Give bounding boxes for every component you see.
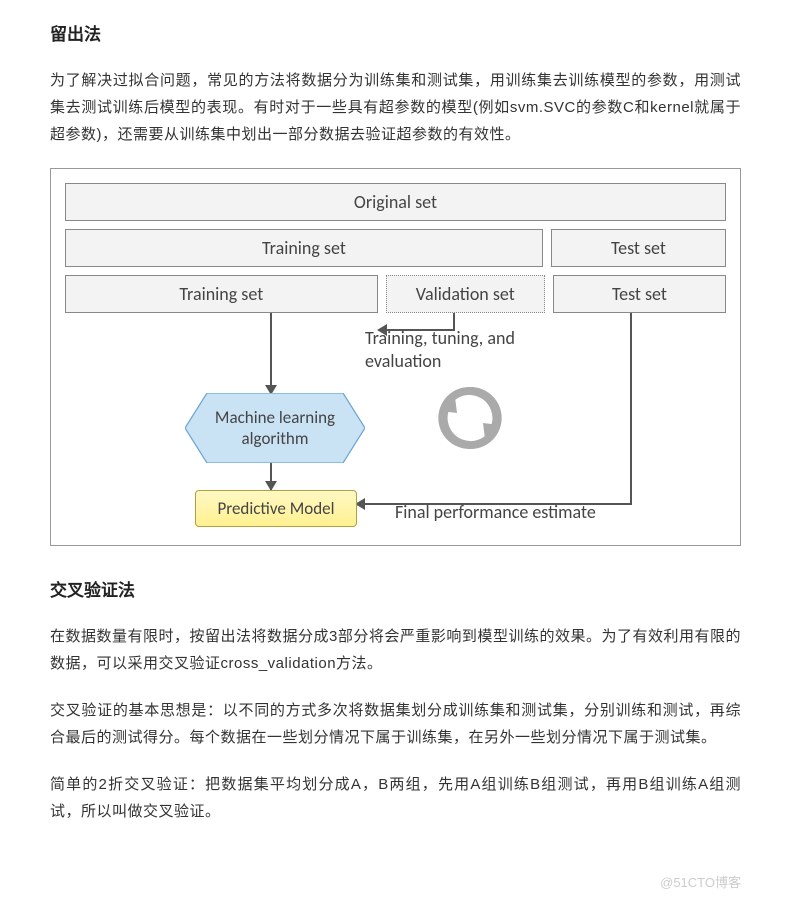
cell-test-set-2: Test set bbox=[553, 275, 726, 313]
cell-test-set-1: Test set bbox=[551, 229, 726, 267]
ml-algorithm-label: Machine learning algorithm bbox=[215, 407, 335, 449]
connector-line bbox=[270, 313, 272, 395]
predictive-model-box: Predictive Model bbox=[195, 490, 357, 527]
section2-para2: 交叉验证的基本思想是：以不同的方式多次将数据集划分成训练集和测试集，分别训练和测… bbox=[50, 697, 741, 751]
cycle-arrows-icon bbox=[435, 383, 505, 458]
cell-original-set: Original set bbox=[65, 183, 726, 221]
section-title-holdout: 留出法 bbox=[50, 20, 741, 45]
section2-para3: 简单的2折交叉验证：把数据集平均划分成A，B两组，先用A组训练B组测试，再用B组… bbox=[50, 771, 741, 825]
watermark-text: @51CTO博客 bbox=[660, 872, 741, 891]
ml-algorithm-hexagon: Machine learning algorithm bbox=[185, 393, 365, 463]
cell-validation-set: Validation set bbox=[386, 275, 545, 313]
connector-line bbox=[363, 503, 632, 505]
section2-para1: 在数据数量有限时，按留出法将数据分成3部分将会严重影响到模型训练的效果。为了有效… bbox=[50, 623, 741, 677]
connector-line bbox=[630, 313, 632, 505]
connector-line bbox=[453, 313, 455, 331]
cell-training-set-1: Training set bbox=[65, 229, 543, 267]
diagram-mid-area: Training, tuning, and evaluation Machine… bbox=[65, 313, 726, 523]
tuning-label: Training, tuning, and evaluation bbox=[365, 327, 515, 372]
arrow-left-icon bbox=[377, 324, 387, 336]
section1-para1: 为了解决过拟合问题，常见的方法将数据分为训练集和测试集，用训练集去训练模型的参数… bbox=[50, 67, 741, 148]
diagram-row-original: Original set bbox=[65, 183, 726, 221]
cell-training-set-2: Training set bbox=[65, 275, 378, 313]
diagram-row-split2: Training set Test set bbox=[65, 229, 726, 267]
holdout-diagram: Original set Training set Test set Train… bbox=[50, 168, 741, 546]
connector-line bbox=[383, 329, 453, 331]
diagram-row-split3: Training set Validation set Test set bbox=[65, 275, 726, 313]
section-title-crossval: 交叉验证法 bbox=[50, 576, 741, 601]
